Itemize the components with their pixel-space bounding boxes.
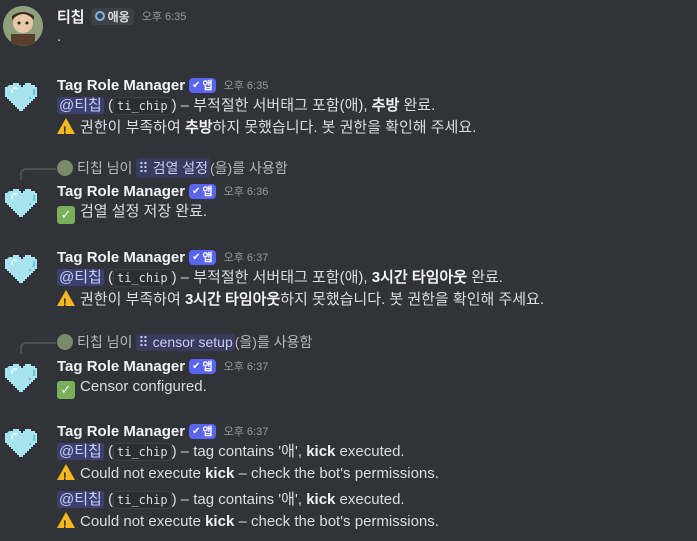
user-mention[interactable]: @티칩	[57, 269, 104, 286]
inline-code: ti_chip	[113, 97, 172, 115]
author-name[interactable]: Tag Role Manager	[57, 423, 185, 440]
message-4: Tag Role Manager ✔ 앱 오후 6:37 @티칩 (ti_chip…	[0, 247, 697, 314]
command-link[interactable]: ⠿ censor setup	[136, 333, 235, 351]
pixel-heart-icon	[5, 364, 37, 392]
user-mention[interactable]: @티칩	[57, 97, 104, 114]
timestamp: 오후 6:36	[223, 186, 269, 198]
message-line: @티칩 (ti_chip) – 부적절한 서버태그 포함(애), 추방 완료.	[57, 97, 436, 115]
message-line: @티칩 (ti_chip) – tag contains '애', kick e…	[57, 443, 405, 461]
message-line: ✓ Censor configured.	[57, 376, 697, 399]
bot-avatar[interactable]	[3, 181, 43, 221]
message-line: @티칩 (ti_chip) – tag contains '애', kick e…	[57, 491, 405, 509]
reply-user: 티칩 님이	[77, 334, 133, 350]
author-name[interactable]: Tag Role Manager	[57, 358, 185, 375]
app-tag: ✔ 앱	[189, 183, 216, 199]
reply-spine	[20, 342, 56, 354]
guild-tag-icon	[94, 11, 105, 21]
message-line: @티칩 (ti_chip) – 부적절한 서버태그 포함(애), 3시간 타임아…	[57, 269, 503, 287]
reply-spine	[20, 168, 56, 180]
app-tag: ✔ 앱	[189, 358, 216, 374]
bot-avatar[interactable]	[3, 356, 43, 396]
message-2: Tag Role Manager ✔ 앱 오후 6:35 @티칩 (ti_chip…	[0, 75, 697, 142]
bot-avatar[interactable]	[3, 421, 43, 461]
inline-code: ti_chip	[113, 443, 172, 461]
message-6: Tag Role Manager ✔ 앱 오후 6:37 @티칩 (ti_chip…	[0, 421, 697, 537]
app-tag: ✔ 앱	[189, 423, 216, 439]
user-avatar[interactable]	[3, 6, 43, 46]
verified-check-icon: ✔	[192, 185, 201, 197]
message-line: Could not execute kick – check the bot's…	[57, 511, 697, 536]
verified-check-icon: ✔	[192, 79, 201, 91]
verified-check-icon: ✔	[192, 251, 201, 263]
warning-icon	[57, 512, 75, 536]
app-tag: ✔ 앱	[189, 249, 216, 265]
message-text: .	[57, 28, 62, 45]
message-line: 권한이 부족하여 추방하지 못했습니다. 봇 권한을 확인해 주세요.	[57, 117, 697, 142]
timestamp: 오후 6:35	[223, 80, 269, 92]
verified-check-icon: ✔	[192, 360, 201, 372]
timestamp: 오후 6:35	[141, 11, 187, 23]
warning-icon	[57, 118, 75, 142]
message-line: ✓ 검열 설정 저장 완료.	[57, 201, 697, 224]
check-mark-icon: ✓	[57, 381, 75, 399]
command-reply-header[interactable]: 티칩 님이 ⠿ censor setup (을)를 사용함	[57, 332, 312, 352]
author-name[interactable]: 티칩	[57, 6, 85, 27]
message-3: Tag Role Manager ✔ 앱 오후 6:36 ✓ 검열 설정 저장 완료…	[0, 181, 697, 225]
inline-code: ti_chip	[113, 269, 172, 287]
pixel-heart-icon	[5, 255, 37, 283]
warning-icon	[57, 290, 75, 314]
check-mark-icon: ✓	[57, 206, 75, 224]
message-line: 권한이 부족하여 3시간 타임아웃하지 못했습니다. 봇 권한을 확인해 주세요…	[57, 289, 697, 314]
author-name[interactable]: Tag Role Manager	[57, 183, 185, 200]
timestamp: 오후 6:37	[223, 361, 269, 373]
guild-tag-label: 애옹	[107, 9, 130, 24]
command-reply-header[interactable]: 티칩 님이 ⠿ 검열 설정 (을)를 사용함	[57, 158, 288, 178]
pixel-heart-icon	[5, 83, 37, 111]
reply-suffix: (을)를 사용함	[234, 334, 313, 350]
app-tag: ✔ 앱	[189, 77, 216, 93]
timestamp: 오후 6:37	[223, 426, 269, 438]
guild-tag-badge[interactable]: 애옹	[90, 7, 134, 25]
author-name[interactable]: Tag Role Manager	[57, 249, 185, 266]
bot-avatar[interactable]	[3, 247, 43, 287]
user-mention[interactable]: @티칩	[57, 491, 104, 508]
reply-avatar	[57, 334, 73, 350]
reply-avatar	[57, 160, 73, 176]
message-5: Tag Role Manager ✔ 앱 오후 6:37 ✓ Censor conf…	[0, 356, 697, 400]
pixel-heart-icon	[5, 189, 37, 217]
bot-avatar[interactable]	[3, 75, 43, 115]
timestamp: 오후 6:37	[223, 252, 269, 264]
reply-user: 티칩 님이	[77, 160, 133, 176]
command-link[interactable]: ⠿ 검열 설정	[136, 158, 210, 178]
reply-suffix: (을)를 사용함	[210, 160, 288, 176]
pixel-heart-icon	[5, 429, 37, 457]
message-1: 티칩 애옹 오후 6:35 .	[0, 6, 697, 54]
message-line: Could not execute kick – check the bot's…	[57, 463, 697, 488]
verified-check-icon: ✔	[192, 425, 201, 437]
inline-code: ti_chip	[113, 491, 172, 509]
warning-icon	[57, 464, 75, 488]
user-mention[interactable]: @티칩	[57, 443, 104, 460]
author-name[interactable]: Tag Role Manager	[57, 77, 185, 94]
